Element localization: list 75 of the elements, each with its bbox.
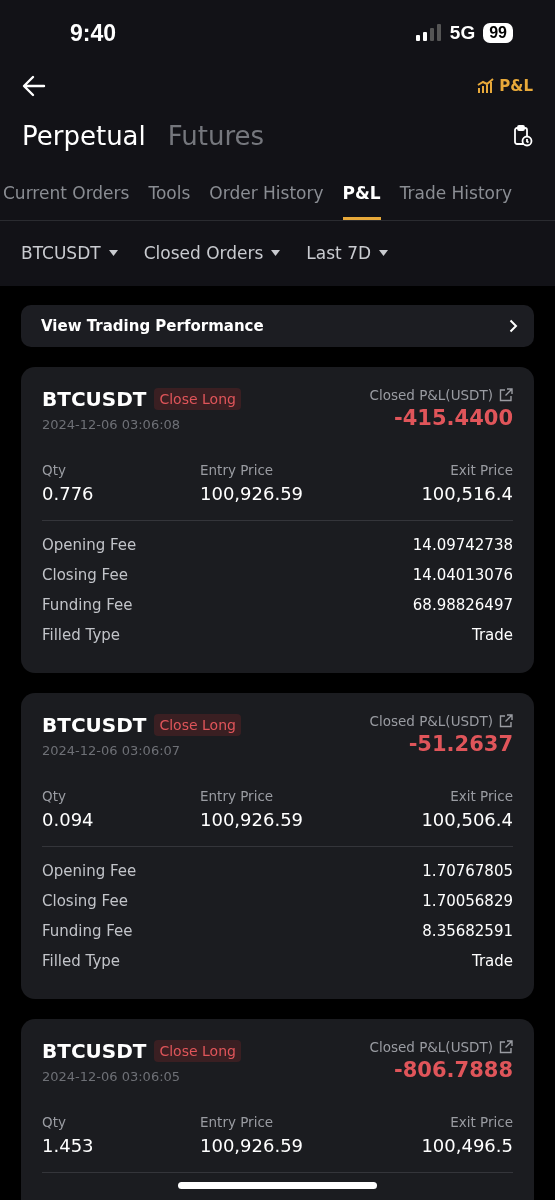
qty-label: Qty bbox=[42, 1114, 66, 1130]
share-icon[interactable] bbox=[499, 388, 513, 402]
status-time: 9:40 bbox=[70, 19, 117, 47]
chevron-right-icon bbox=[509, 319, 518, 333]
symbol-label: BTCUSDT bbox=[42, 713, 147, 737]
caret-icon bbox=[108, 250, 118, 256]
bar-chart-icon bbox=[477, 78, 495, 94]
entry-price-label: Entry Price bbox=[200, 788, 274, 804]
entry-price-value: 100,926.59 bbox=[200, 483, 304, 504]
back-button[interactable] bbox=[22, 75, 46, 97]
qty-value: 0.776 bbox=[42, 483, 94, 504]
filter-dropdown[interactable]: BTCUSDT bbox=[21, 243, 118, 263]
exit-price-value: 100,496.5 bbox=[421, 1135, 513, 1156]
exit-price-value: 100,516.4 bbox=[421, 483, 513, 504]
entry-price-label: Entry Price bbox=[200, 462, 274, 478]
pnl-link[interactable]: P&L bbox=[477, 77, 533, 95]
pnl-value: -51.2637 bbox=[408, 732, 513, 756]
entry-price-value: 100,926.59 bbox=[200, 809, 304, 830]
exit-price-label: Exit Price bbox=[450, 1114, 513, 1130]
filter-dropdown[interactable]: Last 7D bbox=[306, 243, 389, 263]
fee-value: 1.70056829 bbox=[422, 892, 513, 910]
order-time: 2024-12-06 03:06:05 bbox=[42, 1069, 182, 1084]
fee-value: 68.98826497 bbox=[412, 596, 513, 614]
pnl-value: -806.7888 bbox=[394, 1058, 513, 1082]
pnl-value: -415.4400 bbox=[394, 406, 513, 430]
filter-dropdown[interactable]: Closed Orders bbox=[143, 243, 281, 263]
qty-value: 1.453 bbox=[42, 1135, 94, 1156]
fee-label: Closing Fee bbox=[42, 566, 128, 584]
share-icon[interactable] bbox=[499, 1040, 513, 1054]
product-tab[interactable]: Futures bbox=[167, 121, 265, 151]
fee-value: 14.09742738 bbox=[412, 536, 513, 554]
signal-icon bbox=[415, 24, 442, 42]
trading-performance-button[interactable]: View Trading Performance bbox=[21, 305, 534, 347]
share-icon[interactable] bbox=[499, 714, 513, 728]
tab[interactable]: P&L bbox=[342, 166, 381, 220]
order-time: 2024-12-06 03:06:08 bbox=[42, 417, 182, 432]
fee-label: Opening Fee bbox=[42, 862, 137, 880]
fee-label: Opening Fee bbox=[42, 536, 137, 554]
pnl-label: Closed P&L(USDT) bbox=[369, 387, 493, 403]
clipboard-clock-icon[interactable] bbox=[513, 125, 533, 147]
symbol-label: BTCUSDT bbox=[42, 387, 147, 411]
exit-price-label: Exit Price bbox=[450, 462, 513, 478]
exit-price-label: Exit Price bbox=[450, 788, 513, 804]
tab[interactable]: Order History bbox=[209, 166, 324, 220]
fee-label: Funding Fee bbox=[42, 922, 133, 940]
caret-icon bbox=[379, 250, 389, 256]
qty-label: Qty bbox=[42, 462, 66, 478]
side-tag: Close Long bbox=[154, 1040, 241, 1062]
fee-value: Trade bbox=[471, 952, 513, 970]
qty-value: 0.094 bbox=[42, 809, 94, 830]
fee-value: Trade bbox=[471, 626, 513, 644]
product-tab[interactable]: Perpetual bbox=[22, 121, 146, 151]
tab[interactable]: Trade History bbox=[399, 166, 513, 220]
battery-level: 99 bbox=[483, 23, 513, 43]
side-tag: Close Long bbox=[154, 388, 241, 410]
fee-value: 14.04013076 bbox=[412, 566, 513, 584]
fee-label: Funding Fee bbox=[42, 596, 133, 614]
fee-label: Filled Type bbox=[42, 626, 120, 644]
fee-value: 8.35682591 bbox=[422, 922, 513, 940]
tab[interactable]: Current Orders bbox=[3, 166, 130, 220]
qty-label: Qty bbox=[42, 788, 66, 804]
exit-price-value: 100,506.4 bbox=[421, 809, 513, 830]
network-label: 5G bbox=[449, 22, 476, 44]
entry-price-label: Entry Price bbox=[200, 1114, 274, 1130]
side-tag: Close Long bbox=[154, 714, 241, 736]
order-time: 2024-12-06 03:06:07 bbox=[42, 743, 182, 758]
tab[interactable]: Tools bbox=[148, 166, 191, 220]
pnl-label: Closed P&L(USDT) bbox=[369, 1039, 493, 1055]
fee-label: Closing Fee bbox=[42, 892, 128, 910]
entry-price-value: 100,926.59 bbox=[200, 1135, 304, 1156]
pnl-label: Closed P&L(USDT) bbox=[369, 713, 493, 729]
caret-icon bbox=[271, 250, 281, 256]
fee-label: Filled Type bbox=[42, 952, 120, 970]
symbol-label: BTCUSDT bbox=[42, 1039, 147, 1063]
fee-value: 1.70767805 bbox=[422, 862, 513, 880]
